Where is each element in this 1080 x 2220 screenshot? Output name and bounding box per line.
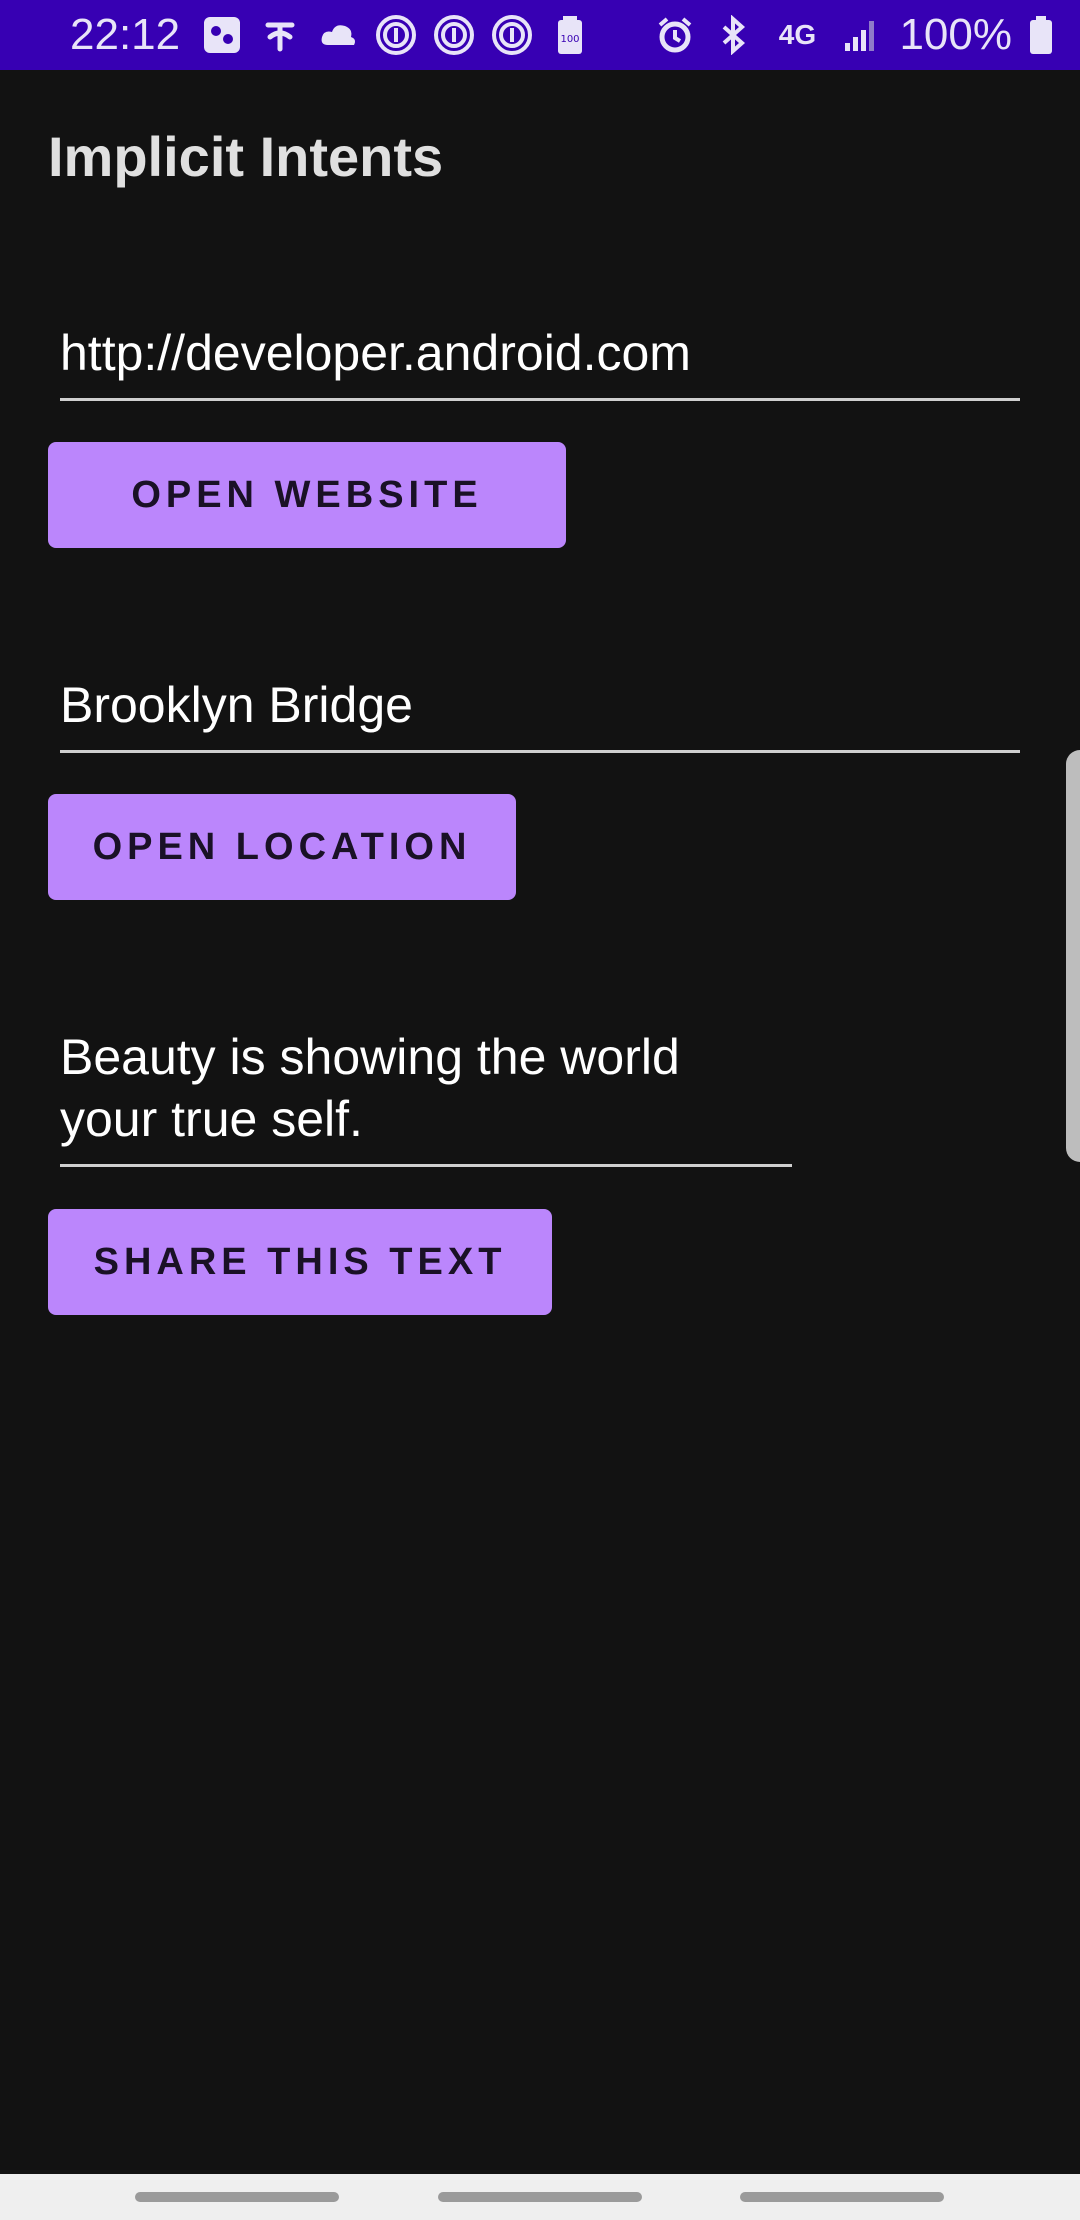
bluetooth-icon: [711, 13, 755, 57]
svg-text:100: 100: [561, 34, 580, 45]
fingerprint-icon: [432, 13, 476, 57]
network-label: 4G: [778, 19, 817, 50]
status-left-icons: 100: [200, 13, 592, 57]
signal-icon: [839, 13, 883, 57]
nav-home-button[interactable]: [438, 2192, 642, 2202]
fingerprint-icon: [490, 13, 534, 57]
page-title: Implicit Intents: [48, 125, 444, 188]
location-field[interactable]: Brooklyn Bridge: [60, 674, 1020, 753]
alarm-icon: [653, 13, 697, 57]
nav-recents-button[interactable]: [135, 2192, 339, 2202]
nav-back-button[interactable]: [740, 2192, 944, 2202]
status-bar: 22:12 100 4G 100%: [0, 0, 1080, 70]
battery-percent: 100%: [899, 10, 1012, 59]
share-text-field[interactable]: Beauty is showing the world your true se…: [60, 1026, 792, 1167]
open-location-button[interactable]: OPEN LOCATION: [48, 794, 516, 900]
fingerprint-icon: [374, 13, 418, 57]
share-text-line-1: Beauty is showing the world: [60, 1029, 680, 1085]
4g-icon: 4G: [769, 13, 825, 57]
battery-icon: [1026, 13, 1056, 57]
share-text-button[interactable]: SHARE THIS TEXT: [48, 1209, 552, 1315]
scrollbar[interactable]: [1066, 750, 1080, 1162]
website-url-field[interactable]: http://developer.android.com: [60, 322, 1020, 401]
nyt-icon: [258, 13, 302, 57]
game-icon: [200, 13, 244, 57]
share-text-line-2: your true self.: [60, 1091, 363, 1147]
status-time: 22:12: [70, 10, 181, 59]
navigation-bar: [0, 2174, 1080, 2220]
cloud-icon: [316, 13, 360, 57]
battery-100-icon: 100: [548, 13, 592, 57]
status-right-icons: 4G 100%: [653, 0, 1056, 70]
open-website-button[interactable]: OPEN WEBSITE: [48, 442, 566, 548]
